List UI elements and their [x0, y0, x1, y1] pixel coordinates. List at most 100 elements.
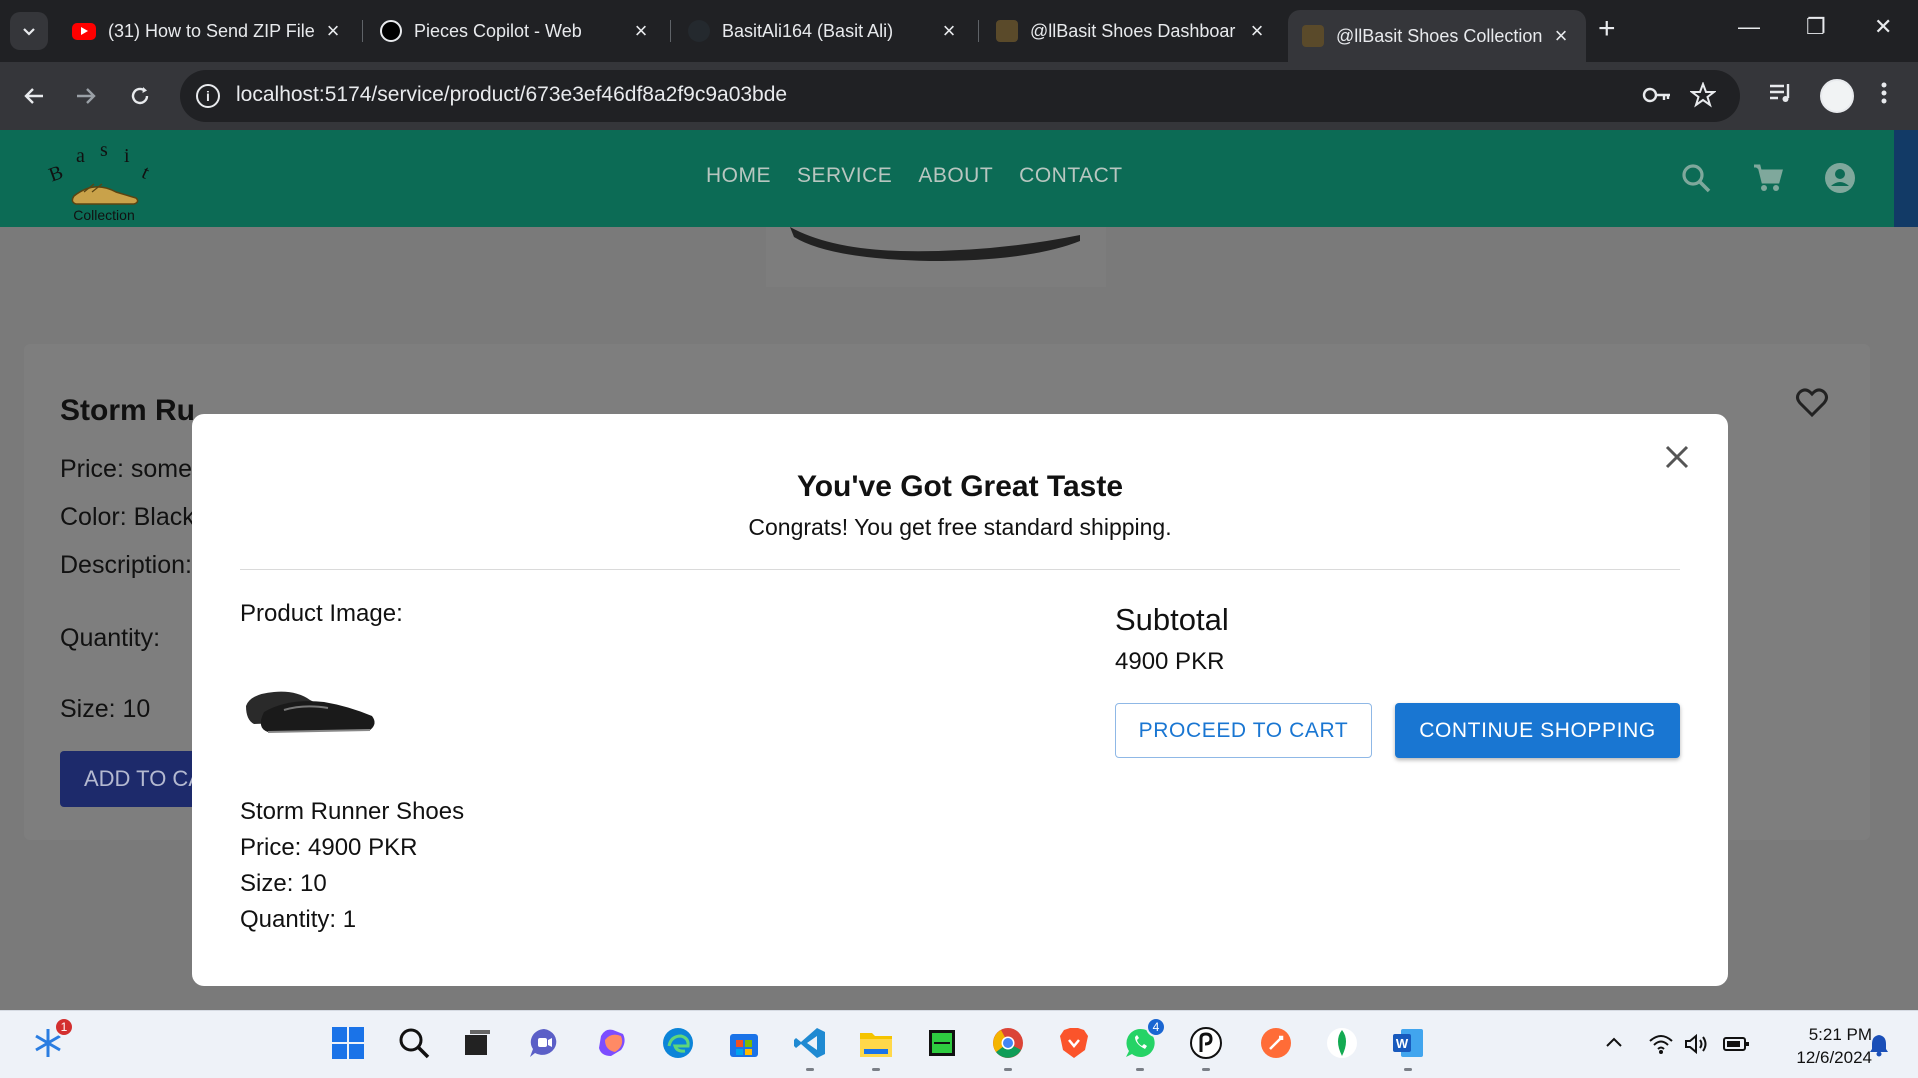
dialog-divider [240, 569, 1680, 570]
proceed-to-cart-button[interactable]: PROCEED TO CART [1115, 703, 1372, 758]
brave-icon[interactable] [1054, 1023, 1094, 1063]
mongodb-compass-icon[interactable] [1322, 1023, 1362, 1063]
running-indicator [1136, 1068, 1144, 1071]
tab-title: @llBasit Shoes Dashboar [1030, 20, 1236, 41]
search-icon[interactable] [1678, 160, 1714, 196]
vscode-icon[interactable] [790, 1023, 830, 1071]
file-explorer-icon[interactable] [856, 1023, 896, 1071]
cart-product-size: Size: 10 [240, 870, 327, 897]
product-thumbnail [246, 691, 375, 733]
teams-chat-icon[interactable] [524, 1023, 564, 1063]
nav-service[interactable]: SERVICE [797, 164, 892, 188]
bookmark-star-icon[interactable] [1689, 81, 1717, 115]
postman-icon[interactable] [1256, 1023, 1296, 1063]
tab-collection[interactable]: @llBasit Shoes Collection × [1288, 10, 1586, 62]
start-icon[interactable] [328, 1023, 368, 1063]
tab-close-icon[interactable]: × [1246, 18, 1268, 43]
quantity-label: Quantity: [60, 624, 161, 652]
tab-search-dropdown-icon[interactable] [10, 12, 48, 50]
browser-menu-icon[interactable] [1880, 80, 1888, 113]
subtotal-label: Subtotal [1115, 602, 1229, 637]
svg-text:W: W [1396, 1036, 1409, 1051]
cart-icon[interactable] [1750, 160, 1786, 196]
tab-github[interactable]: BasitAli164 (Basit Ali) × [674, 10, 974, 52]
minimize-icon[interactable]: — [1738, 14, 1760, 40]
address-bar[interactable]: i localhost:5174/service/product/673e3ef… [180, 70, 1740, 122]
chrome-icon[interactable] [988, 1023, 1028, 1071]
basit-logo-icon [1302, 25, 1324, 47]
clock-time: 5:21 PM [1808, 1025, 1872, 1044]
task-view-icon[interactable] [458, 1023, 498, 1063]
site-logo[interactable]: B a s i t Collection [44, 136, 164, 223]
weather-widget-icon[interactable]: 1 [28, 1017, 74, 1063]
tab-close-icon[interactable]: × [322, 18, 344, 43]
notification-bell-icon[interactable] [1868, 1033, 1890, 1063]
page-viewport: B a s i t Collection HOME SERVICE ABOUT … [0, 130, 1918, 1010]
forward-icon[interactable] [70, 80, 102, 112]
site-info-icon[interactable]: i [196, 84, 220, 108]
svg-text:t: t [138, 161, 153, 183]
running-indicator [1404, 1068, 1412, 1071]
media-controls-icon[interactable] [1768, 80, 1794, 113]
main-nav: HOME SERVICE ABOUT CONTACT [706, 164, 1123, 188]
system-clock[interactable]: 5:21 PM 12/6/2024 [1772, 1023, 1872, 1069]
new-tab-button[interactable]: + [1598, 14, 1616, 44]
close-icon[interactable] [1662, 442, 1692, 472]
product-title: Storm Ru [60, 394, 195, 427]
github-icon [688, 20, 710, 42]
site-header: B a s i t Collection HOME SERVICE ABOUT … [0, 130, 1918, 227]
product-description: Description: [60, 551, 192, 579]
url-text[interactable]: localhost:5174/service/product/673e3ef46… [236, 83, 787, 107]
added-to-cart-dialog: You've Got Great Taste Congrats! You get… [192, 414, 1728, 986]
store-icon[interactable] [724, 1023, 764, 1063]
browser-tab-bar: (31) How to Send ZIP File × Pieces Copil… [0, 0, 1918, 62]
wifi-icon[interactable] [1648, 1033, 1674, 1061]
svg-text:B: B [46, 161, 66, 186]
header-edge [1894, 130, 1918, 227]
svg-text:a: a [76, 145, 85, 167]
running-indicator [1004, 1068, 1012, 1071]
system-monitor-icon[interactable] [922, 1023, 962, 1063]
nav-about[interactable]: ABOUT [918, 164, 993, 188]
edge-icon[interactable] [658, 1023, 698, 1063]
show-hidden-icons-icon[interactable] [1604, 1033, 1624, 1059]
tab-dashboard[interactable]: @llBasit Shoes Dashboar × [982, 10, 1282, 52]
tab-pieces[interactable]: Pieces Copilot - Web × [366, 10, 666, 52]
browser-toolbar: i localhost:5174/service/product/673e3ef… [0, 62, 1918, 130]
restore-icon[interactable]: ❐ [1806, 14, 1826, 40]
search-taskbar-icon[interactable] [394, 1023, 434, 1063]
running-indicator [872, 1068, 880, 1071]
tab-separator [978, 20, 979, 42]
battery-icon[interactable] [1722, 1033, 1750, 1061]
pieces-icon [380, 20, 402, 42]
running-indicator [806, 1068, 814, 1071]
product-price: Price: somet [60, 455, 199, 483]
product-image-label: Product Image: [240, 600, 403, 627]
reload-icon[interactable] [124, 80, 156, 112]
copilot-icon[interactable] [592, 1023, 632, 1063]
wishlist-heart-icon[interactable] [1794, 384, 1830, 420]
word-icon[interactable]: W [1388, 1023, 1428, 1071]
tab-close-icon[interactable]: × [938, 18, 960, 43]
tab-title: @llBasit Shoes Collection [1336, 25, 1543, 46]
cart-product-price: Price: 4900 PKR [240, 834, 418, 861]
product-main-image [790, 227, 1080, 261]
back-icon[interactable] [18, 80, 50, 112]
window-close-icon[interactable]: ✕ [1874, 14, 1892, 40]
clock-date: 12/6/2024 [1796, 1048, 1872, 1067]
svg-text:i: i [124, 145, 130, 167]
whatsapp-icon[interactable]: 4 [1120, 1017, 1166, 1071]
profile-avatar[interactable] [1820, 79, 1854, 113]
nav-contact[interactable]: CONTACT [1019, 164, 1122, 188]
continue-shopping-button[interactable]: CONTINUE SHOPPING [1395, 703, 1680, 758]
nav-home[interactable]: HOME [706, 164, 771, 188]
tab-youtube[interactable]: (31) How to Send ZIP File × [58, 10, 358, 52]
password-key-icon[interactable] [1642, 82, 1672, 115]
pieces-app-icon[interactable] [1186, 1023, 1226, 1071]
tab-close-icon[interactable]: × [630, 18, 652, 43]
dialog-subtitle: Congrats! You get free standard shipping… [748, 514, 1172, 540]
volume-icon[interactable] [1684, 1033, 1710, 1061]
product-size: Size: 10 [60, 695, 151, 723]
account-icon[interactable] [1822, 160, 1858, 196]
tab-close-icon[interactable]: × [1550, 23, 1572, 48]
